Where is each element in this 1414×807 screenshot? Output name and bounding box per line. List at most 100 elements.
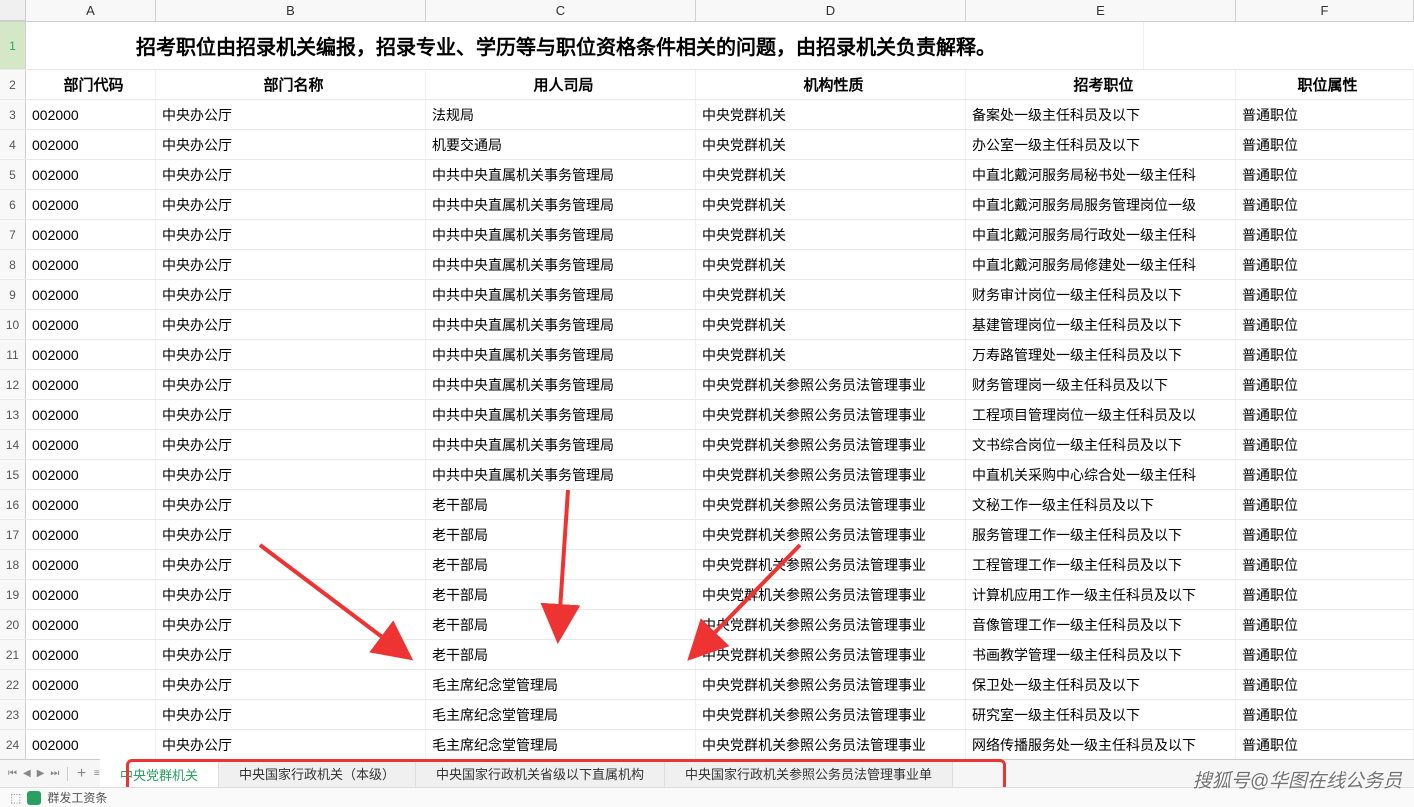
cell[interactable]: 中央办公厅 [156, 280, 426, 309]
cell[interactable]: 002000 [26, 220, 156, 249]
col-header-D[interactable]: D [696, 0, 966, 21]
cell[interactable]: 中央办公厅 [156, 580, 426, 609]
cell[interactable]: 中央办公厅 [156, 700, 426, 729]
sheet-tab[interactable]: 中央国家行政机关（本级） [219, 760, 416, 787]
cell[interactable]: 中共中央直属机关事务管理局 [426, 250, 696, 279]
cell[interactable]: 中央办公厅 [156, 430, 426, 459]
cell[interactable]: 中央办公厅 [156, 730, 426, 759]
cell[interactable]: 002000 [26, 340, 156, 369]
cell[interactable]: 普通职位 [1236, 730, 1414, 759]
tab-prev-icon[interactable]: ◀ [23, 766, 31, 782]
cell[interactable]: 中央党群机关参照公务员法管理事业 [696, 580, 966, 609]
cell[interactable]: 财务管理岗一级主任科员及以下 [966, 370, 1236, 399]
cell[interactable]: 网络传播服务处一级主任科员及以下 [966, 730, 1236, 759]
cell[interactable]: 中央党群机关 [696, 190, 966, 219]
row-header-8[interactable]: 8 [0, 250, 26, 279]
cell[interactable]: 普通职位 [1236, 550, 1414, 579]
cell[interactable]: 002000 [26, 460, 156, 489]
cell[interactable]: 中央办公厅 [156, 340, 426, 369]
cell[interactable]: 中直北戴河服务局修建处一级主任科 [966, 250, 1236, 279]
cell[interactable]: 普通职位 [1236, 460, 1414, 489]
row-header-7[interactable]: 7 [0, 220, 26, 249]
cell[interactable]: 工程管理工作一级主任科员及以下 [966, 550, 1236, 579]
cell[interactable]: 普通职位 [1236, 100, 1414, 129]
cell[interactable]: 002000 [26, 610, 156, 639]
row-header-11[interactable]: 11 [0, 340, 26, 369]
cell[interactable]: 中央办公厅 [156, 310, 426, 339]
cell[interactable]: 中共中央直属机关事务管理局 [426, 370, 696, 399]
cell[interactable]: 书画教学管理一级主任科员及以下 [966, 640, 1236, 669]
cell[interactable]: 服务管理工作一级主任科员及以下 [966, 520, 1236, 549]
row-header-15[interactable]: 15 [0, 460, 26, 489]
cell[interactable]: 中央办公厅 [156, 670, 426, 699]
cell[interactable]: 普通职位 [1236, 160, 1414, 189]
col-header-B[interactable]: B [156, 0, 426, 21]
cell[interactable]: 中央党群机关 [696, 250, 966, 279]
sheet-tab[interactable]: 中央党群机关 [100, 759, 219, 787]
tab-menu-icon[interactable]: ≡ [93, 766, 100, 782]
cell[interactable]: 基建管理岗位一级主任科员及以下 [966, 310, 1236, 339]
header-position[interactable]: 招考职位 [966, 70, 1236, 99]
cell[interactable]: 中央办公厅 [156, 160, 426, 189]
cell[interactable]: 中央党群机关 [696, 280, 966, 309]
row-header-13[interactable]: 13 [0, 400, 26, 429]
cell[interactable]: 老干部局 [426, 640, 696, 669]
cell[interactable]: 普通职位 [1236, 610, 1414, 639]
header-attribute[interactable]: 职位属性 [1236, 70, 1414, 99]
row-header-10[interactable]: 10 [0, 310, 26, 339]
cell[interactable]: 财务审计岗位一级主任科员及以下 [966, 280, 1236, 309]
col-header-E[interactable]: E [966, 0, 1236, 21]
cell[interactable]: 中央党群机关参照公务员法管理事业 [696, 460, 966, 489]
cell[interactable]: 普通职位 [1236, 370, 1414, 399]
row-header-3[interactable]: 3 [0, 100, 26, 129]
cell[interactable]: 中央办公厅 [156, 370, 426, 399]
header-dept-code[interactable]: 部门代码 [26, 70, 156, 99]
cell[interactable]: 中央党群机关参照公务员法管理事业 [696, 700, 966, 729]
cell[interactable]: 中共中央直属机关事务管理局 [426, 280, 696, 309]
cell[interactable]: 中央办公厅 [156, 490, 426, 519]
cell[interactable]: 中央办公厅 [156, 610, 426, 639]
cell[interactable]: 中共中央直属机关事务管理局 [426, 400, 696, 429]
cell[interactable]: 万寿路管理处一级主任科员及以下 [966, 340, 1236, 369]
cell[interactable]: 老干部局 [426, 490, 696, 519]
row-header-20[interactable]: 20 [0, 610, 26, 639]
row-header-9[interactable]: 9 [0, 280, 26, 309]
cell[interactable]: 普通职位 [1236, 340, 1414, 369]
cell[interactable]: 002000 [26, 310, 156, 339]
cell[interactable]: 中央办公厅 [156, 520, 426, 549]
cell[interactable]: 毛主席纪念堂管理局 [426, 700, 696, 729]
cell[interactable]: 机要交通局 [426, 130, 696, 159]
cell[interactable]: 老干部局 [426, 520, 696, 549]
cell[interactable]: 中共中央直属机关事务管理局 [426, 220, 696, 249]
row-header-2[interactable]: 2 [0, 70, 26, 99]
cell[interactable]: 中央党群机关 [696, 340, 966, 369]
cell[interactable]: 毛主席纪念堂管理局 [426, 670, 696, 699]
cell[interactable]: 普通职位 [1236, 280, 1414, 309]
sheet-title[interactable]: 招考职位由招录机关编报，招录专业、学历等与职位资格条件相关的问题，由招录机关负责… [26, 22, 1144, 69]
row-header-5[interactable]: 5 [0, 160, 26, 189]
cell[interactable]: 中央党群机关参照公务员法管理事业 [696, 670, 966, 699]
cell[interactable]: 毛主席纪念堂管理局 [426, 730, 696, 759]
cell[interactable]: 文书综合岗位一级主任科员及以下 [966, 430, 1236, 459]
row-header-23[interactable]: 23 [0, 700, 26, 729]
cell[interactable]: 备案处一级主任科员及以下 [966, 100, 1236, 129]
cell[interactable]: 002000 [26, 130, 156, 159]
cell[interactable]: 中共中央直属机关事务管理局 [426, 460, 696, 489]
cell[interactable]: 中共中央直属机关事务管理局 [426, 340, 696, 369]
cell[interactable]: 002000 [26, 640, 156, 669]
header-bureau[interactable]: 用人司局 [426, 70, 696, 99]
cell[interactable]: 002000 [26, 280, 156, 309]
tab-next-icon[interactable]: ▶ [37, 766, 45, 782]
cell[interactable]: 普通职位 [1236, 430, 1414, 459]
row-header-14[interactable]: 14 [0, 430, 26, 459]
sheet-tab[interactable]: 中央国家行政机关省级以下直属机构 [416, 760, 665, 787]
row-header-12[interactable]: 12 [0, 370, 26, 399]
tab-last-icon[interactable]: ⏭ [50, 766, 59, 782]
cell[interactable]: 002000 [26, 490, 156, 519]
cell[interactable]: 中央办公厅 [156, 220, 426, 249]
cell[interactable]: 中央办公厅 [156, 190, 426, 219]
row-header-1[interactable]: 1 [0, 22, 26, 69]
row-header-21[interactable]: 21 [0, 640, 26, 669]
cell[interactable]: 中央党群机关 [696, 310, 966, 339]
row-header-18[interactable]: 18 [0, 550, 26, 579]
